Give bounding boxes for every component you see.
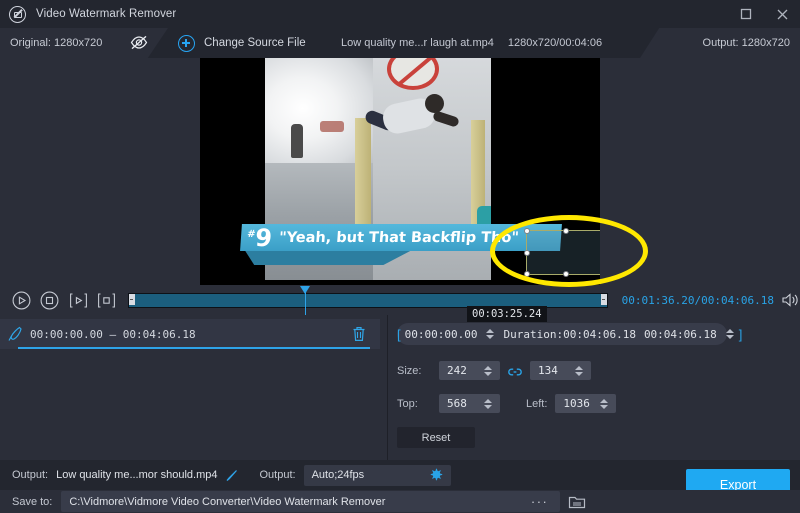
window-controls	[728, 0, 800, 28]
playhead-marker[interactable]	[300, 285, 311, 315]
link-aspect-ratio-icon[interactable]	[508, 365, 522, 377]
resize-handle-middle-left[interactable]	[524, 249, 530, 256]
left-label: Left:	[526, 397, 548, 410]
window-title: Video Watermark Remover	[36, 8, 177, 20]
maximize-icon[interactable]	[728, 0, 764, 28]
duration-label: Duration:00:04:06.18	[503, 327, 636, 341]
trash-icon[interactable]	[352, 326, 366, 342]
subtitle-number-value: 9	[254, 223, 274, 252]
open-folder-icon[interactable]	[568, 494, 586, 510]
left-input[interactable]: 1036	[555, 394, 617, 413]
resize-handle-bottom-left[interactable]	[524, 271, 530, 277]
close-icon[interactable]	[764, 0, 800, 28]
top-stepper[interactable]	[482, 398, 493, 409]
lower-section: 00:00:00.00 — 00:04:06.18 Add watermark …	[0, 315, 800, 460]
output-file-name: Low quality me...mor should.mp4	[56, 469, 218, 481]
eye-hidden-icon[interactable]	[130, 35, 148, 50]
watermark-remover-logo-icon	[9, 5, 26, 23]
source-file-info: Low quality me...r laugh at.mp4 1280x720…	[341, 28, 602, 58]
left-stepper[interactable]	[598, 398, 609, 409]
step-frame-icon[interactable]	[67, 288, 89, 312]
video-watermark-remover-window: Video Watermark Remover Original: 1280x7…	[0, 0, 800, 513]
settings-gear-icon[interactable]	[429, 468, 443, 482]
size-height-input[interactable]: 134	[530, 361, 591, 380]
size-height-value: 134	[538, 364, 558, 377]
subtitle-text: "Yeah, but That Backflip Tho"	[278, 229, 520, 246]
resize-handle-top-center[interactable]	[563, 228, 569, 234]
brush-icon	[8, 326, 22, 342]
source-file-meta: 1280x720/00:04:06	[507, 37, 603, 49]
properties-panel: [ 00:00:00.00 Duration:00:04:06.18 00:04…	[389, 315, 800, 460]
reset-button[interactable]: Reset	[397, 427, 475, 448]
output-format-select[interactable]: Auto;24fps	[303, 464, 451, 486]
clip-time-range: 00:00:00.00 — 00:04:06.18	[30, 327, 196, 341]
stop-circle-icon[interactable]	[38, 288, 60, 312]
end-time-stepper[interactable]	[725, 329, 734, 339]
video-preview[interactable]: #9 "Yeah, but That Backflip Tho"	[200, 58, 600, 285]
source-file-name: Low quality me...r laugh at.mp4	[341, 37, 494, 49]
output-bar: Output: Low quality me...mor should.mp4 …	[0, 460, 800, 490]
source-bar: Original: 1280x720 Change Source File Lo…	[0, 28, 800, 58]
start-time-input[interactable]: 00:00:00.00	[401, 328, 482, 341]
output-resolution-label: Output: 1280x720	[702, 37, 790, 49]
subtitle-number: #9	[246, 223, 274, 252]
size-label: Size:	[397, 364, 422, 377]
clip-progress-underline	[18, 347, 370, 349]
total-time: 00:04:06.18	[701, 293, 775, 307]
top-value: 568	[447, 397, 467, 410]
trim-handle-right[interactable]	[600, 293, 607, 305]
resize-handle-bottom-center[interactable]	[563, 271, 569, 277]
output-resolution-tab: Output: 1280x720	[640, 28, 800, 58]
top-label: Top:	[397, 397, 418, 410]
original-resolution-label: Original: 1280x720	[10, 37, 103, 49]
reset-label: Reset	[421, 431, 451, 444]
subtitle-banner: #9 "Yeah, but That Backflip Tho"	[240, 223, 562, 252]
output-file-label: Output:	[12, 469, 49, 481]
close-bracket-icon[interactable]: ]	[739, 327, 743, 342]
size-width-value: 242	[447, 364, 467, 377]
top-input[interactable]: 568	[439, 394, 500, 413]
end-time-input[interactable]: 00:04:06.18	[640, 328, 721, 341]
volume-icon[interactable]	[782, 292, 800, 308]
trim-handle-left[interactable]	[128, 293, 135, 305]
clip-list-panel: 00:00:00.00 — 00:04:06.18	[0, 315, 388, 460]
title-bar: Video Watermark Remover	[0, 0, 800, 28]
position-row: Top: 568 Left: 1036	[397, 394, 617, 413]
size-height-stepper[interactable]	[573, 365, 584, 376]
play-circle-icon[interactable]	[10, 288, 32, 312]
size-row: Size: 242 134	[397, 361, 591, 380]
clip-item[interactable]: 00:00:00.00 — 00:04:06.18	[0, 319, 380, 349]
save-path-value: C:\Vidmore\Vidmore Video Converter\Video…	[69, 495, 386, 508]
preview-area: #9 "Yeah, but That Backflip Tho"	[0, 58, 800, 285]
change-source-file-button[interactable]: Change Source File	[204, 28, 306, 58]
save-to-label: Save to:	[12, 495, 53, 508]
left-value: 1036	[563, 397, 590, 410]
browse-more-button[interactable]: ···	[531, 494, 549, 509]
start-time-stepper[interactable]	[486, 329, 495, 339]
video-person-head	[425, 94, 444, 113]
save-path-input[interactable]: C:\Vidmore\Vidmore Video Converter\Video…	[61, 491, 561, 512]
plus-circle-icon[interactable]	[178, 35, 195, 52]
output-format-label: Output:	[259, 469, 296, 481]
resize-handle-top-left[interactable]	[524, 228, 530, 234]
output-format-value: Auto;24fps	[311, 469, 365, 481]
size-width-stepper[interactable]	[482, 365, 493, 376]
video-car	[320, 121, 344, 132]
edit-pencil-icon[interactable]	[225, 469, 238, 482]
watermark-selection-box[interactable]	[524, 228, 600, 277]
snapshot-icon[interactable]	[95, 288, 117, 312]
size-width-input[interactable]: 242	[439, 361, 500, 380]
playback-bar: 00:01:36.20/00:04:06.18	[0, 285, 800, 315]
save-to-bar: Save to: C:\Vidmore\Vidmore Video Conver…	[0, 490, 800, 513]
video-pillar-left	[355, 118, 371, 238]
change-source-file-label: Change Source File	[204, 37, 306, 49]
current-time: 00:01:36.20	[621, 293, 695, 307]
time-range-control[interactable]: [ 00:00:00.00 Duration:00:04:06.18 00:04…	[397, 323, 742, 345]
time-readout: 00:01:36.20/00:04:06.18	[622, 294, 774, 307]
timeline-hover-tooltip: 00:03:25.24	[467, 306, 547, 322]
video-pedestrian	[291, 124, 303, 158]
